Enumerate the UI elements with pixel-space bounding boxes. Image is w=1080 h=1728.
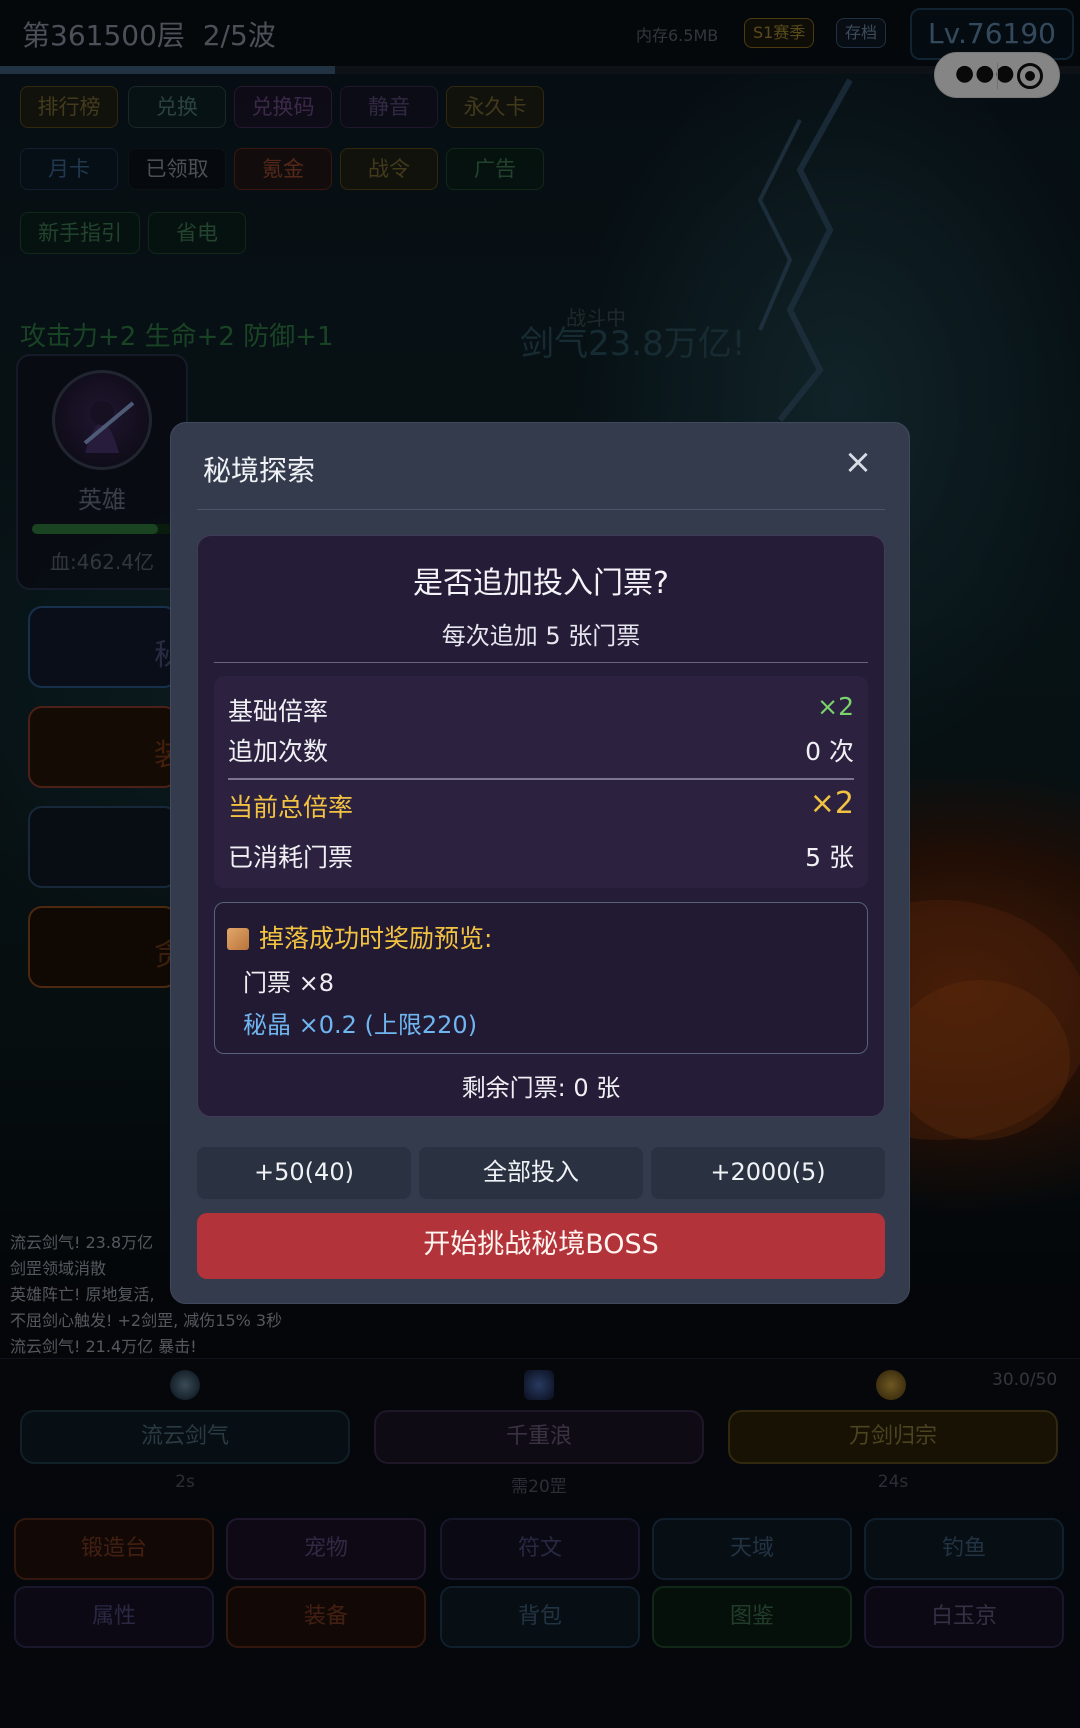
ticket-panel: 是否追加投入门票? 每次追加 5 张门票 基础倍率 ×2 追加次数 0 次 当前… <box>197 535 885 1117</box>
stat-row-add-count: 追加次数 0 次 <box>228 732 854 768</box>
ticket-subtitle: 每次追加 5 张门票 <box>441 622 641 650</box>
stat-row-total-rate: 当前总倍率 ×2 <box>228 786 854 824</box>
add-50-button[interactable]: +50(40) <box>197 1147 411 1199</box>
add-2000-button[interactable]: +2000(5) <box>651 1147 885 1199</box>
stat-label: 基础倍率 <box>228 697 329 726</box>
reward-heading: 掉落成功时奖励预览: <box>227 919 492 955</box>
invest-all-button[interactable]: 全部投入 <box>419 1147 643 1199</box>
stat-value: ×2 <box>817 692 854 721</box>
stat-value: 5 张 <box>805 843 854 872</box>
package-icon <box>227 928 249 950</box>
ticket-question: 是否追加投入门票? <box>413 566 669 601</box>
panel-divider <box>214 662 868 663</box>
stat-row-base-rate: 基础倍率 ×2 <box>228 692 854 728</box>
stat-label: 追加次数 <box>228 737 329 766</box>
multiplier-stats: 基础倍率 ×2 追加次数 0 次 当前总倍率 ×2 已消耗门票 5 张 <box>214 676 868 888</box>
start-boss-challenge-button[interactable]: 开始挑战秘境BOSS <box>197 1213 885 1279</box>
secret-realm-dialog: 秘境探索 × 是否追加投入门票? 每次追加 5 张门票 基础倍率 ×2 追加次数… <box>170 422 910 1304</box>
stat-label: 当前总倍率 <box>228 793 354 822</box>
reward-preview: 掉落成功时奖励预览: 门票 ×8 秘晶 ×0.2 (上限220) <box>214 902 868 1054</box>
stat-row-consumed: 已消耗门票 5 张 <box>228 838 854 874</box>
reward-title: 掉落成功时奖励预览: <box>259 924 493 953</box>
reward-item: 秘晶 ×0.2 (上限220) <box>243 1011 478 1039</box>
stat-value: ×2 <box>809 786 854 821</box>
stat-label: 已消耗门票 <box>228 843 354 872</box>
dialog-divider <box>197 509 885 510</box>
reward-item: 门票 ×8 <box>243 969 335 997</box>
close-icon[interactable]: × <box>841 445 875 481</box>
remaining-tickets: 剩余门票: 0 张 <box>461 1074 621 1102</box>
stat-value: 0 次 <box>805 737 854 766</box>
dialog-title: 秘境探索 <box>203 454 316 487</box>
stats-divider <box>228 778 854 780</box>
